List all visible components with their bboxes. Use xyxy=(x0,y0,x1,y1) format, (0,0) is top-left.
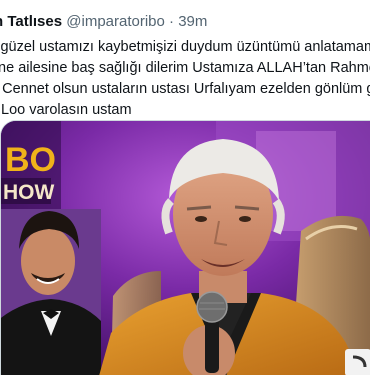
host-inset-photo xyxy=(1,209,101,375)
tv-show-still: BO HOW xyxy=(1,121,370,375)
tweet-header: n Tatlıses @imparatoribo · 39m xyxy=(0,13,207,31)
tweet-text-line: Loo varolasın ustam xyxy=(1,102,132,118)
tweet-text-line: rine ailesine baş sağlığı dilerim Ustamı… xyxy=(0,60,370,76)
author-handle[interactable]: @imparatoribo xyxy=(66,13,165,30)
tweet-text-line: sigüzel ustamızı kaybetmişizi duydum üzü… xyxy=(0,39,370,55)
video-corner-badge xyxy=(345,349,370,375)
tweet-text: sigüzel ustamızı kaybetmişizi duydum üzü… xyxy=(0,37,370,121)
tweet[interactable]: n Tatlıses @imparatoribo · 39m sigüzel u… xyxy=(0,0,370,375)
author-name[interactable]: n Tatlıses xyxy=(0,13,62,30)
show-logo: BO HOW xyxy=(1,141,56,204)
show-logo-line1: BO xyxy=(5,141,56,179)
tweet-media-image[interactable]: BO HOW xyxy=(0,120,370,375)
show-logo-line2: HOW xyxy=(3,181,55,204)
tweet-text-line: n Cennet olsun ustaların ustası Urfalıya… xyxy=(0,81,370,97)
timestamp[interactable]: 39m xyxy=(178,13,207,30)
separator-dot: · xyxy=(169,13,175,30)
